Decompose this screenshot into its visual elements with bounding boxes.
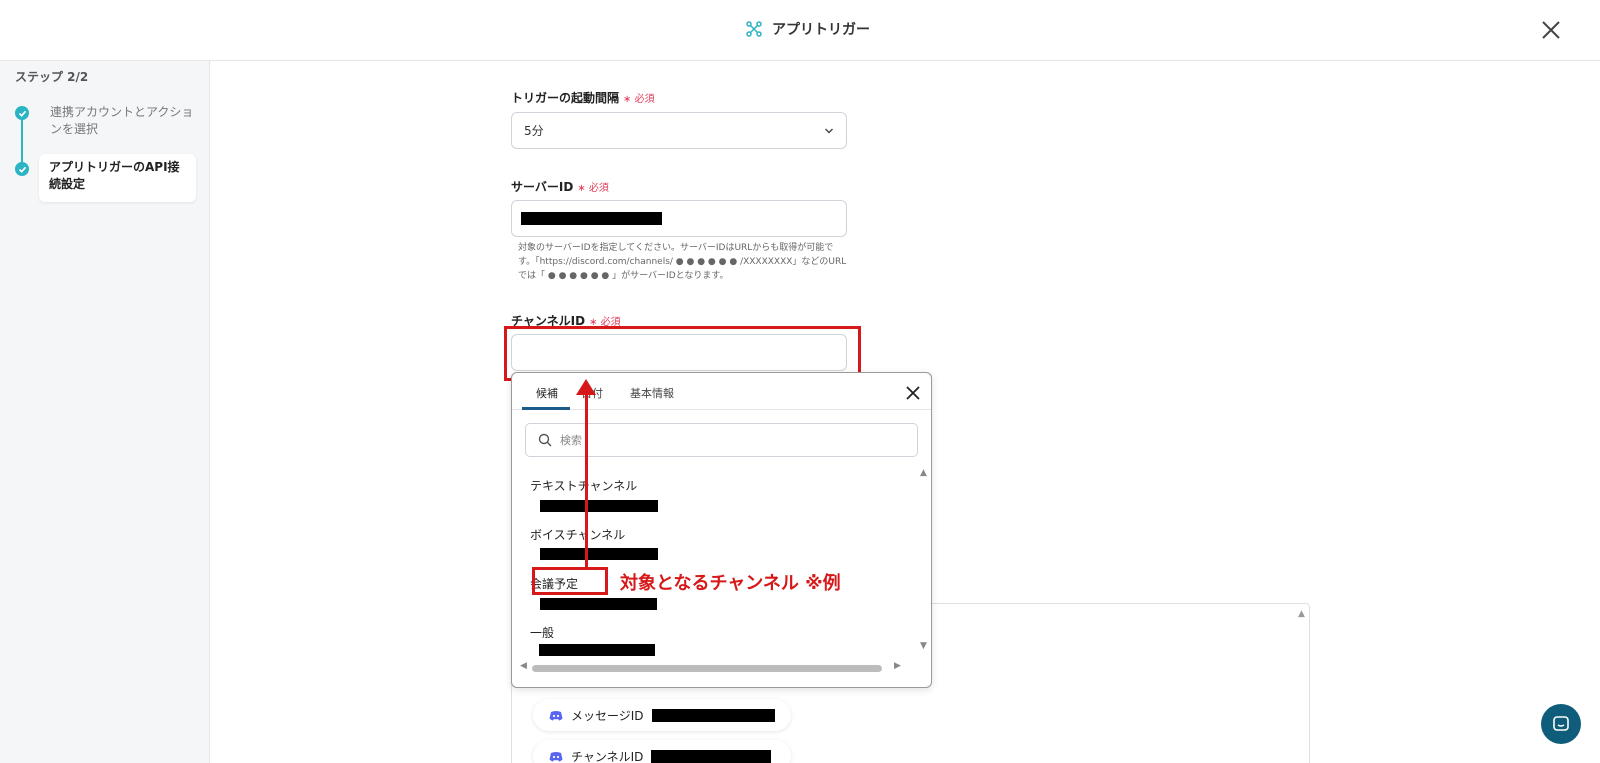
required-badge: ∗ 必須 <box>623 94 655 105</box>
step-check-icon <box>15 106 29 120</box>
annotation-arrow-shaft <box>585 392 588 570</box>
required-text: 必須 <box>588 183 609 194</box>
item-label: 一般 <box>530 626 555 640</box>
step-item-select-account[interactable]: 連携アカウントとアクションを選択 <box>50 104 195 138</box>
output-chip-channel-id[interactable]: チャンネルID <box>533 740 791 763</box>
dropdown-tabs: 候補 日付 基本情報 <box>512 373 931 410</box>
step-item-label: アプリトリガーのAPI接続設定 <box>49 160 180 191</box>
redacted-value <box>521 212 662 225</box>
step-sidebar: ステップ 2/2 連携アカウントとアクションを選択 アプリトリガーのAPI接続設… <box>0 61 210 763</box>
dropdown-item-text-channel[interactable]: テキストチャンネル <box>530 477 637 494</box>
horizontal-scrollbar[interactable] <box>532 665 882 672</box>
dropdown-item-general[interactable]: 一般 <box>530 624 554 641</box>
scroll-up-arrow-icon[interactable]: ▲ <box>1298 609 1305 619</box>
scroll-left-arrow-icon[interactable]: ◀ <box>520 661 527 671</box>
redacted-value <box>651 749 772 763</box>
discord-icon <box>549 710 563 720</box>
annotation-arrow-head <box>576 379 596 395</box>
app-trigger-icon <box>746 21 762 37</box>
server-id-label: サーバーID ∗ 必須 <box>511 178 609 195</box>
step-check-icon <box>15 162 29 176</box>
server-id-hint: 対象のサーバーIDを指定してください。サーバーIDはURLからも取得が可能です。… <box>518 243 847 281</box>
step-counter: ステップ 2/2 <box>15 70 89 84</box>
help-chat-button[interactable] <box>1541 704 1581 744</box>
required-text: 必須 <box>634 94 655 105</box>
page: アプリトリガー ステップ 2/2 連携アカウントとアクションを選択 アプリトリガ… <box>0 0 1600 763</box>
scroll-down-arrow-icon[interactable]: ▼ <box>920 641 927 651</box>
close-icon[interactable] <box>1540 19 1562 41</box>
tab-basic-info[interactable]: 基本情報 <box>630 385 674 401</box>
chat-icon <box>1553 716 1569 731</box>
required-badge: ∗ 必須 <box>577 183 609 194</box>
meeting-item-highlight-box <box>532 567 608 595</box>
output-label: チャンネルID <box>571 749 644 763</box>
interval-value: 5分 <box>524 124 544 138</box>
redacted-id <box>540 548 658 560</box>
output-chip-message-id[interactable]: メッセージID <box>533 699 791 731</box>
scroll-up-arrow-icon[interactable]: ▲ <box>920 468 927 478</box>
item-label: ボイスチャンネル <box>530 528 626 542</box>
dropdown-search <box>525 423 918 457</box>
header-title: アプリトリガー <box>772 22 870 38</box>
channel-dropdown: 候補 日付 基本情報 ▲ テキストチャンネル ボイスチャンネル 会議予定 <box>511 372 932 688</box>
scroll-right-arrow-icon[interactable]: ▶ <box>894 661 901 671</box>
server-id-label-text: サーバーID <box>511 180 574 194</box>
chevron-down-icon <box>825 128 833 133</box>
annotation-text: 対象となるチャンネル ※例 <box>620 573 841 594</box>
interval-label: トリガーの起動間隔 ∗ 必須 <box>511 89 655 106</box>
interval-label-text: トリガーの起動間隔 <box>511 91 620 105</box>
discord-icon <box>549 751 563 761</box>
header-title-group: アプリトリガー <box>744 19 870 39</box>
search-input[interactable] <box>560 433 890 447</box>
redacted-value <box>651 708 775 722</box>
tab-candidates[interactable]: 候補 <box>536 385 558 401</box>
close-icon[interactable] <box>905 385 921 401</box>
redacted-id <box>540 500 658 512</box>
dropdown-item-voice-channel[interactable]: ボイスチャンネル <box>530 526 625 543</box>
redacted-id <box>539 644 655 656</box>
active-tab-indicator <box>522 407 570 410</box>
step-item-api-settings[interactable]: アプリトリガーのAPI接続設定 <box>39 154 196 202</box>
server-id-input[interactable] <box>511 200 847 237</box>
redacted-id <box>540 598 657 610</box>
modal-header: アプリトリガー <box>0 0 1600 61</box>
interval-select[interactable]: 5分 <box>511 112 847 149</box>
item-label: テキストチャンネル <box>530 479 638 493</box>
output-label: メッセージID <box>571 708 644 723</box>
search-icon <box>538 433 552 447</box>
